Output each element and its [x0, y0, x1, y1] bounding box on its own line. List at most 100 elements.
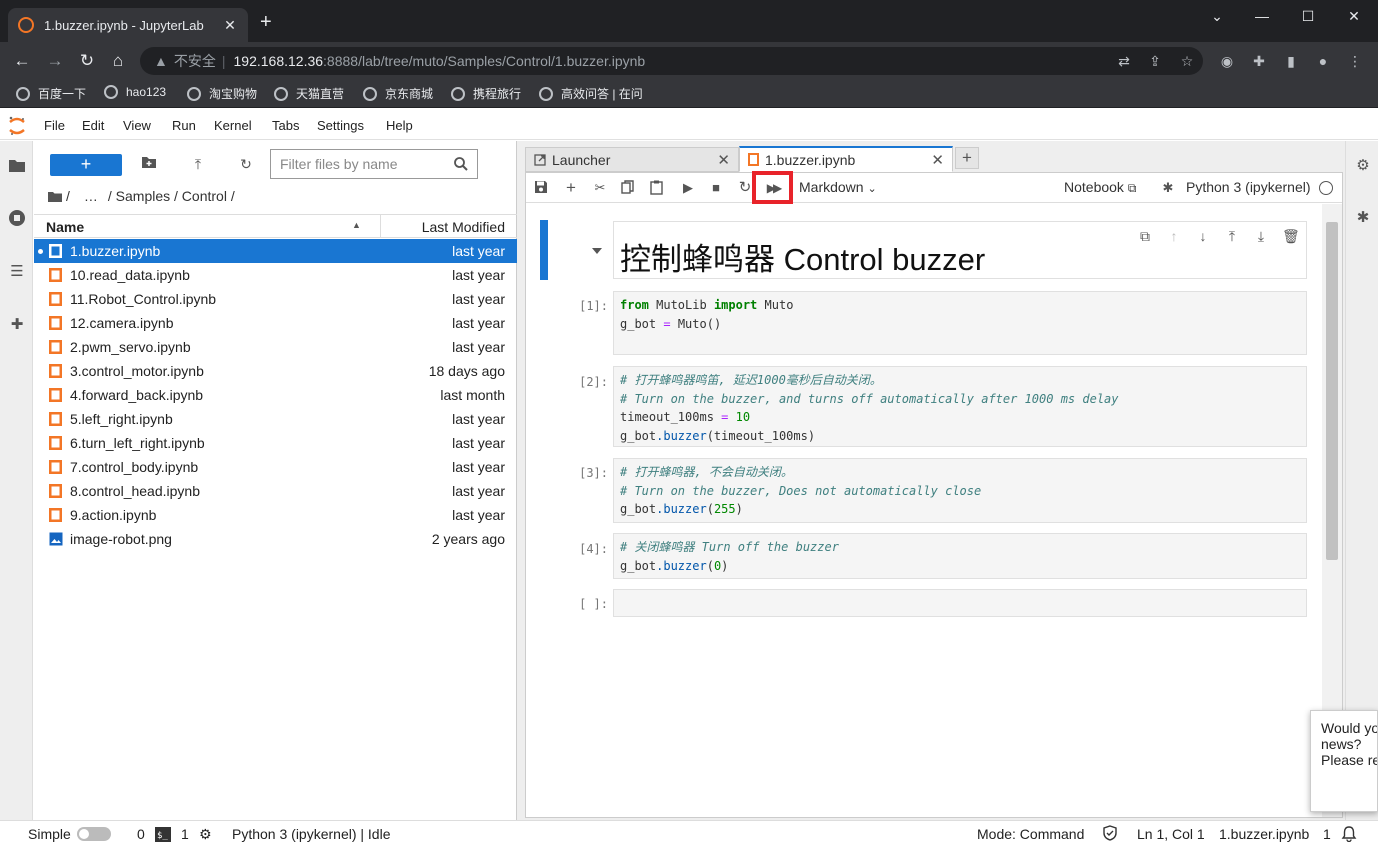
insert-below-icon[interactable]: ⤓	[1253, 228, 1269, 244]
sort-ascending-icon[interactable]: ▲	[352, 220, 361, 230]
restart-kernel-icon[interactable]: ↻	[737, 180, 753, 196]
menu-view[interactable]: View	[123, 118, 151, 133]
cut-icon[interactable]: ✂	[592, 180, 608, 196]
filter-files-input[interactable]: Filter files by name	[270, 149, 478, 179]
insert-cell-icon[interactable]: +	[563, 179, 579, 196]
interrupt-kernel-icon[interactable]: ■	[708, 180, 724, 196]
column-modified-header[interactable]: Last Modified	[422, 219, 505, 235]
reload-icon[interactable]: ↻	[77, 51, 97, 71]
bookmark-item[interactable]: 京东商城	[363, 85, 433, 102]
bookmark-item[interactable]: 高效问答 | 在问	[539, 85, 643, 102]
new-launcher-button[interactable]: +	[50, 154, 122, 176]
file-row[interactable]: 1.buzzer.ipynb last year	[34, 239, 517, 263]
kernel-status[interactable]: Python 3 (ipykernel) | Idle	[232, 826, 391, 842]
extensions-icon[interactable]: ✚	[8, 316, 26, 334]
menu-kernel[interactable]: Kernel	[214, 118, 252, 133]
kernel-name-button[interactable]: Python 3 (ipykernel)	[1186, 179, 1311, 195]
run-cell-icon[interactable]: ▶	[680, 180, 696, 196]
new-folder-icon[interactable]	[141, 155, 159, 173]
code-cell[interactable]: # 打开蜂鸣器, 不会自动关闭。 # Turn on the buzzer, D…	[613, 458, 1307, 523]
cursor-position[interactable]: Ln 1, Col 1	[1137, 826, 1205, 842]
property-inspector-gears-icon[interactable]: ⚙	[1354, 157, 1372, 175]
simple-mode-toggle[interactable]	[77, 827, 111, 841]
code-cell[interactable]: # 打开蜂鸣器鸣笛, 延迟1000毫秒后自动关闭。 # Turn on the …	[613, 366, 1307, 447]
running-kernels-icon[interactable]	[8, 209, 26, 227]
file-row[interactable]: 5.left_right.ipynb last year	[34, 407, 517, 431]
cell-type-select[interactable]: Markdown ⌄	[799, 179, 877, 195]
delete-cell-icon[interactable]: 🗑	[1282, 228, 1300, 244]
breadcrumb-root[interactable]: /	[66, 188, 70, 204]
duplicate-cell-icon[interactable]: ⧉	[1137, 228, 1153, 244]
debugger-icon[interactable]: ✱	[1354, 209, 1372, 227]
kernel-count[interactable]: 1	[181, 826, 189, 842]
trusted-shield-icon[interactable]	[1103, 825, 1117, 841]
browser-menu-icon[interactable]: ⋮	[1347, 53, 1363, 69]
table-of-contents-icon[interactable]: ☰	[8, 263, 26, 281]
extension-avatar-icon[interactable]: ◉	[1219, 53, 1235, 69]
notification-count[interactable]: 1	[1323, 826, 1331, 842]
move-up-icon[interactable]: ↑	[1166, 228, 1182, 244]
close-window-icon[interactable]: ✕	[1342, 8, 1366, 25]
save-icon[interactable]	[534, 180, 550, 196]
file-row[interactable]: 12.camera.ipynb last year	[34, 311, 517, 335]
breadcrumb-home-folder-icon[interactable]	[48, 190, 62, 202]
paste-icon[interactable]	[650, 180, 666, 196]
maximize-icon[interactable]: ☐	[1296, 8, 1320, 25]
breadcrumb-path[interactable]: / Samples / Control /	[108, 188, 235, 204]
upload-icon[interactable]: ⤒	[189, 155, 207, 173]
new-tab-button[interactable]: +	[260, 12, 272, 32]
column-divider[interactable]	[380, 215, 381, 237]
insert-above-icon[interactable]: ⤒	[1224, 228, 1240, 244]
menu-settings[interactable]: Settings	[317, 118, 364, 133]
close-tab-icon[interactable]: ✕	[222, 17, 238, 34]
share-icon[interactable]: ⇪	[1147, 53, 1163, 69]
code-cell[interactable]: from MutoLib import Muto g_bot = Muto()	[613, 291, 1307, 355]
file-row[interactable]: 3.control_motor.ipynb 18 days ago	[34, 359, 517, 383]
translate-icon[interactable]: ⇄	[1116, 53, 1132, 69]
menu-tabs[interactable]: Tabs	[272, 118, 299, 133]
menu-edit[interactable]: Edit	[82, 118, 104, 133]
copy-icon[interactable]	[621, 180, 637, 196]
bookmark-item[interactable]: 淘宝购物	[187, 85, 257, 102]
menu-run[interactable]: Run	[172, 118, 196, 133]
file-row[interactable]: image-robot.png 2 years ago	[34, 527, 517, 551]
close-launcher-tab-icon[interactable]: ✕	[717, 151, 730, 169]
file-row[interactable]: 11.Robot_Control.ipynb last year	[34, 287, 517, 311]
collapse-heading-icon[interactable]	[592, 248, 602, 254]
file-row[interactable]: 9.action.ipynb last year	[34, 503, 517, 527]
debugger-bug-icon[interactable]: ✱	[1160, 180, 1176, 196]
breadcrumb-ellipsis[interactable]: …	[84, 188, 98, 204]
menu-file[interactable]: File	[44, 118, 65, 133]
markdown-cell[interactable]: 控制蜂鸣器 Control buzzer ⧉ ↑ ↓ ⤒ ⤓ 🗑	[613, 221, 1307, 279]
refresh-icon[interactable]: ↻	[237, 155, 255, 173]
tab-search-icon[interactable]: ⌄	[1205, 8, 1229, 25]
close-notebook-tab-icon[interactable]: ✕	[931, 151, 944, 169]
add-tab-button[interactable]: +	[955, 147, 979, 169]
running-count[interactable]: 0	[137, 826, 145, 842]
url-bar[interactable]: ▲ 不安全 | 192.168.12.36:8888/lab/tree/muto…	[140, 47, 1203, 75]
tab-notebook[interactable]: 1.buzzer.ipynb ✕	[739, 146, 953, 172]
file-row[interactable]: 10.read_data.ipynb last year	[34, 263, 517, 287]
side-panel-icon[interactable]: ▮	[1283, 53, 1299, 69]
browser-tab[interactable]: 1.buzzer.ipynb - JupyterLab ✕	[8, 8, 248, 42]
bookmark-item[interactable]: hao123	[104, 85, 166, 99]
folder-icon[interactable]	[8, 157, 26, 175]
file-row[interactable]: 2.pwm_servo.ipynb last year	[34, 335, 517, 359]
file-row[interactable]: 7.control_body.ipynb last year	[34, 455, 517, 479]
tab-launcher[interactable]: Launcher ✕	[525, 147, 739, 172]
bookmark-item[interactable]: 携程旅行	[451, 85, 521, 102]
forward-icon[interactable]: →	[45, 51, 65, 71]
file-row[interactable]: 8.control_head.ipynb last year	[34, 479, 517, 503]
file-row[interactable]: 4.forward_back.ipynb last month	[34, 383, 517, 407]
scrollbar-thumb[interactable]	[1326, 222, 1338, 560]
minimize-icon[interactable]: —	[1250, 8, 1274, 24]
profile-icon[interactable]: ●	[1315, 53, 1331, 69]
back-icon[interactable]: ←	[12, 51, 32, 71]
empty-code-cell[interactable]	[613, 589, 1307, 617]
menu-help[interactable]: Help	[386, 118, 413, 133]
bookmark-item[interactable]: 天猫直营	[274, 85, 344, 102]
bookmark-star-icon[interactable]: ☆	[1179, 53, 1195, 69]
bookmark-item[interactable]: 百度一下	[16, 85, 86, 102]
extensions-puzzle-icon[interactable]: ✚	[1251, 53, 1267, 69]
home-icon[interactable]: ⌂	[108, 51, 128, 71]
